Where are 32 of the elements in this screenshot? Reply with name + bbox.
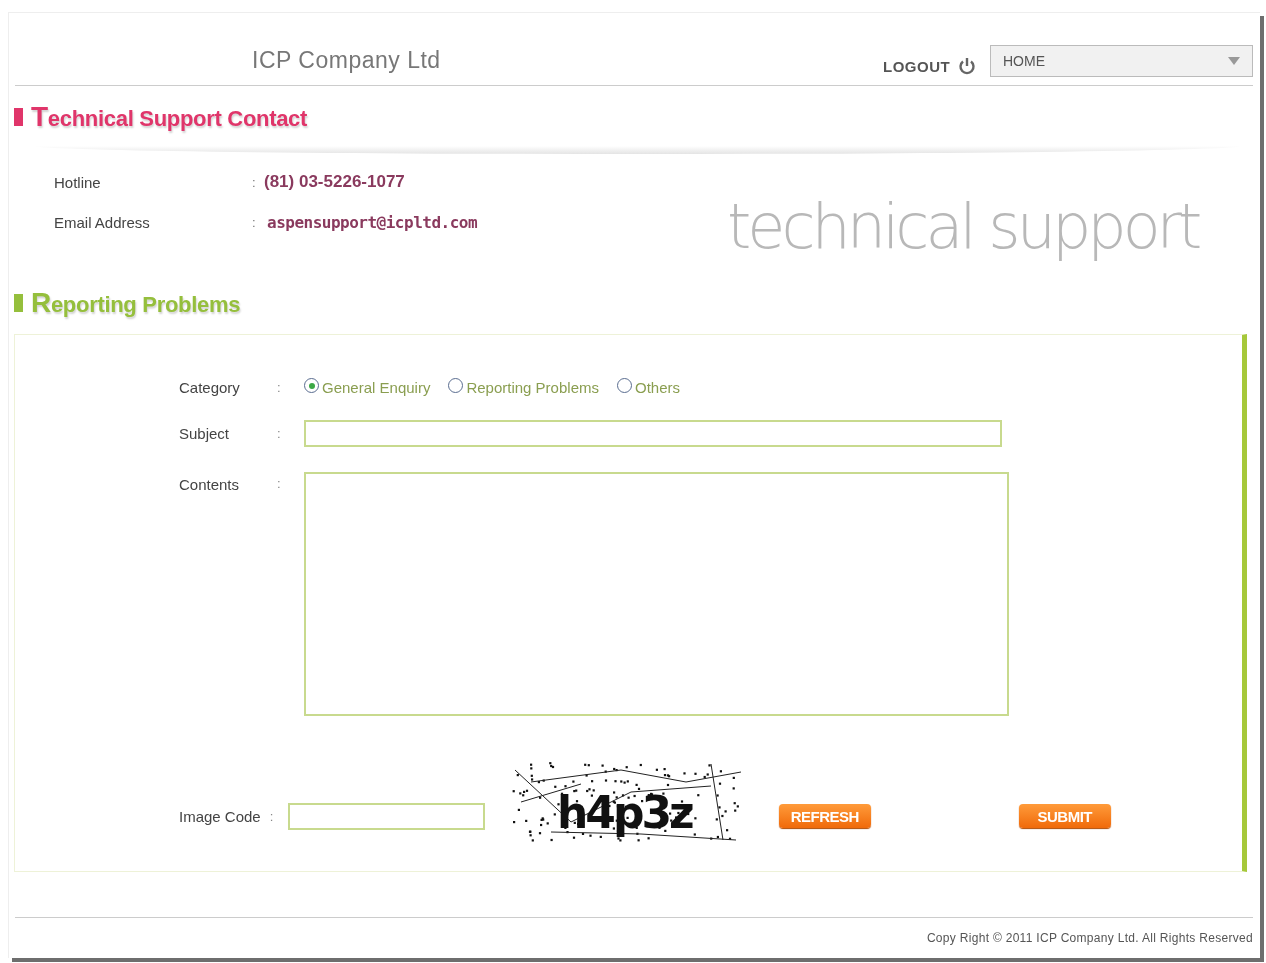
category-radio-option[interactable]: General Enquiry — [304, 379, 431, 396]
field-label: Hotline — [54, 173, 102, 191]
field-label: Email Address — [54, 213, 151, 231]
field-label: Image Code — [179, 807, 261, 825]
page-select[interactable]: HOME — [990, 45, 1253, 77]
label-colon: : — [252, 174, 257, 190]
label-colon: : — [277, 380, 282, 395]
logout-button[interactable]: LOGOUT — [883, 57, 977, 75]
label-colon: : — [252, 214, 257, 230]
image-code-field[interactable] — [287, 802, 485, 830]
submit-button[interactable]: SUBMIT — [1018, 804, 1111, 828]
field-label: Contents — [179, 476, 241, 493]
title-marker — [14, 108, 23, 126]
label-colon: : — [269, 808, 275, 824]
category-radio-option[interactable]: Reporting Problems — [448, 379, 599, 396]
subject-field[interactable] — [304, 420, 1002, 447]
title-marker — [14, 294, 23, 312]
section-title: Reporting Problems — [31, 287, 241, 319]
email-address[interactable]: aspensupport@icpltd.com — [267, 212, 478, 232]
power-icon — [958, 57, 977, 75]
label-colon: : — [277, 426, 282, 441]
dropdown-caret-icon — [1228, 57, 1240, 65]
section-title: Technical Support Contact — [31, 101, 308, 133]
company-name: ICP Company Ltd — [252, 47, 441, 74]
field-label: Subject — [179, 425, 231, 442]
copyright-text: Copy Right © 2011 ICP Company Ltd. All Rights Reserved — [926, 931, 1253, 945]
category-radio-option[interactable]: Others — [616, 379, 680, 396]
refresh-button[interactable]: REFRESH — [778, 804, 871, 828]
field-label: Category — [179, 379, 241, 396]
contents-field[interactable] — [304, 472, 1009, 716]
phone-number: (81) 03-5226-1077 — [264, 172, 405, 192]
label-colon: : — [277, 476, 282, 491]
